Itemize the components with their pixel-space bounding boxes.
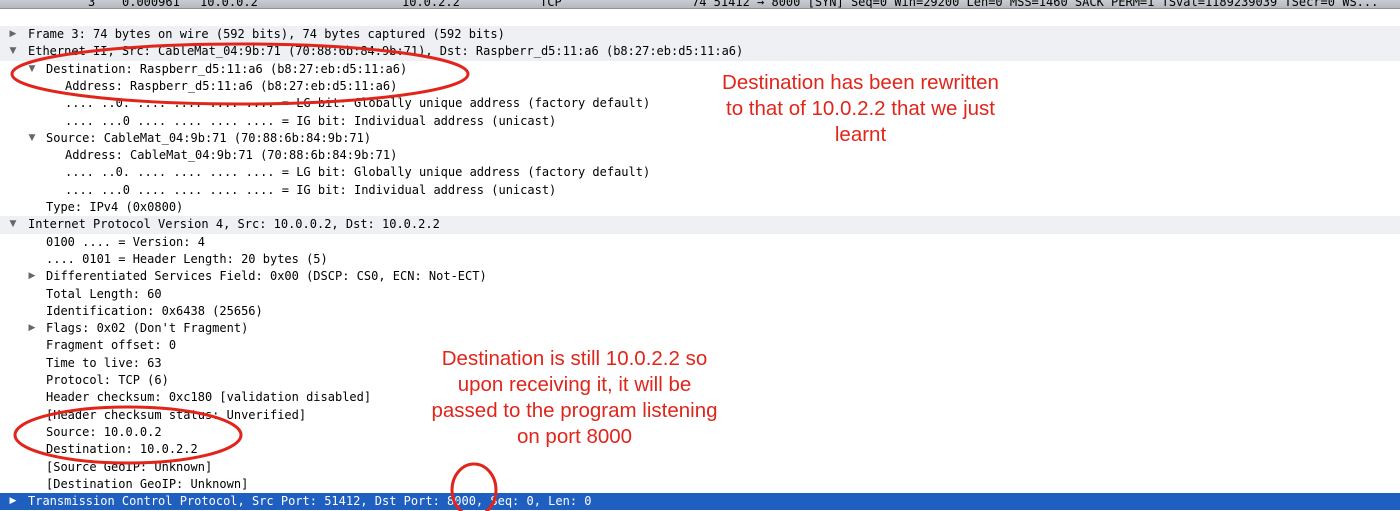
- tree-row-label: Type: IPv4 (0x0800): [46, 200, 184, 214]
- tree-row[interactable]: .... 0101 = Header Length: 20 bytes (5): [0, 251, 1400, 268]
- tree-row[interactable]: ▶ Transmission Control Protocol, Src Port…: [0, 493, 1400, 511]
- expand-triangle-icon[interactable]: ▼: [8, 43, 18, 60]
- tree-row[interactable]: Address: CableMat_04:9b:71 (70:88:6b:84:…: [0, 147, 1400, 164]
- packet-no: 3: [88, 0, 96, 9]
- collapse-triangle-icon[interactable]: ▶: [8, 493, 18, 510]
- annotation-line: Destination is still 10.0.2.2 so: [441, 347, 708, 370]
- tree-row-label: Destination: 10.0.2.2: [46, 442, 198, 457]
- collapse-triangle-icon[interactable]: ▶: [27, 268, 37, 285]
- tree-row[interactable]: Type: IPv4 (0x0800): [0, 199, 1400, 216]
- packet-destination: 10.0.2.2: [402, 0, 460, 9]
- annotation-line: to that of 10.0.2.2 that we just: [726, 97, 995, 120]
- tree-row-label: 0100 .... = Version: 4: [46, 234, 205, 249]
- tree-row-label: .... ..0. .... .... .... .... = LG bit: …: [65, 96, 651, 111]
- tree-row[interactable]: Total Length: 60: [0, 286, 1400, 303]
- tree-row-label: Source: CableMat_04:9b:71 (70:88:6b:84:9…: [46, 130, 372, 145]
- tree-row-label: Total Length: 60: [46, 286, 162, 301]
- packet-info: 74 51412 → 8000 [SYN] Seq=0 Win=29200 Le…: [692, 0, 1379, 9]
- tree-row-label: .... ...0 .... .... .... .... = IG bit: …: [65, 113, 557, 128]
- tree-row-label: [Header checksum status: Unverified]: [46, 407, 307, 422]
- expand-triangle-icon[interactable]: ▼: [8, 216, 18, 233]
- tree-row-label: Address: CableMat_04:9b:71 (70:88:6b:84:…: [65, 148, 398, 163]
- tree-row-label: Frame 3: 74 bytes on wire (592 bits), 74…: [28, 27, 505, 41]
- packet-protocol: TCP: [540, 0, 562, 9]
- annotation-line: on port 8000: [516, 425, 633, 448]
- tree-row-label: .... ...0 .... .... .... .... = IG bit: …: [65, 182, 557, 197]
- tree-row-label: Address: Raspberr_d5:11:a6 (b8:27:eb:d5:…: [65, 78, 398, 93]
- collapse-triangle-icon[interactable]: ▶: [27, 320, 37, 337]
- annotation-line: passed to the program listening: [431, 399, 718, 422]
- tree-row-label: Header checksum: 0xc180 [validation disa…: [46, 390, 372, 405]
- tree-row-label: Transmission Control Protocol, Src Port:…: [28, 494, 592, 509]
- tree-row-label: Source: 10.0.0.2: [46, 424, 162, 439]
- annotation-destination-rewritten: Destination has been rewritten to that o…: [688, 70, 1033, 148]
- tree-row-label: Time to live: 63: [46, 355, 162, 370]
- annotation-line: learnt: [834, 123, 887, 146]
- tree-row[interactable]: [Destination GeoIP: Unknown]: [0, 476, 1400, 493]
- packet-time: 0.000961: [122, 0, 180, 9]
- tree-row[interactable]: ▶ Frame 3: 74 bytes on wire (592 bits), 7…: [0, 26, 1400, 44]
- tree-row-label: Internet Protocol Version 4, Src: 10.0.0…: [28, 217, 440, 232]
- tree-row-label: Flags: 0x02 (Don't Fragment): [46, 321, 249, 336]
- annotation-destination-still: Destination is still 10.0.2.2 so upon re…: [402, 346, 747, 450]
- tree-row[interactable]: ▶ Flags: 0x02 (Don't Fragment): [0, 320, 1400, 337]
- expand-triangle-icon[interactable]: ▼: [27, 130, 37, 147]
- tree-row-label: .... 0101 = Header Length: 20 bytes (5): [46, 251, 328, 266]
- tree-row-label: Ethernet II, Src: CableMat_04:9b:71 (70:…: [28, 44, 744, 59]
- expand-triangle-icon[interactable]: ▼: [27, 61, 37, 78]
- tree-row[interactable]: .... ..0. .... .... .... .... = LG bit: …: [0, 164, 1400, 181]
- tree-row[interactable]: ▼ Internet Protocol Version 4, Src: 10.0.…: [0, 216, 1400, 234]
- packet-source: 10.0.0.2: [200, 0, 258, 9]
- tree-row[interactable]: 0100 .... = Version: 4: [0, 234, 1400, 251]
- tree-row-label: Differentiated Services Field: 0x00 (DSC…: [46, 269, 487, 284]
- tree-row[interactable]: Identification: 0x6438 (25656): [0, 303, 1400, 320]
- tree-row-label: [Source GeoIP: Unknown]: [46, 459, 213, 474]
- tree-row[interactable]: ▶ Differentiated Services Field: 0x00 (DS…: [0, 268, 1400, 285]
- annotation-line: Destination has been rewritten: [722, 71, 999, 94]
- tree-row-label: [Destination GeoIP: Unknown]: [46, 476, 249, 491]
- tree-row[interactable]: [Source GeoIP: Unknown]: [0, 459, 1400, 476]
- tree-row[interactable]: .... ...0 .... .... .... .... = IG bit: …: [0, 182, 1400, 199]
- tree-row-label: Protocol: TCP (6): [46, 373, 169, 387]
- packet-list-row[interactable]: 3 0.000961 10.0.0.2 10.0.2.2 TCP 74 5141…: [0, 0, 1400, 9]
- tree-row[interactable]: ▼ Ethernet II, Src: CableMat_04:9b:71 (70…: [0, 43, 1400, 61]
- tree-row-label: Destination: Raspberr_d5:11:a6 (b8:27:eb…: [46, 61, 408, 76]
- annotation-line: upon receiving it, it will be: [457, 373, 692, 396]
- tree-row-label: Identification: 0x6438 (25656): [46, 303, 263, 318]
- tree-row-label: Fragment offset: 0: [46, 338, 177, 353]
- collapse-triangle-icon[interactable]: ▶: [8, 26, 18, 43]
- tree-row-label: .... ..0. .... .... .... .... = LG bit: …: [65, 165, 651, 180]
